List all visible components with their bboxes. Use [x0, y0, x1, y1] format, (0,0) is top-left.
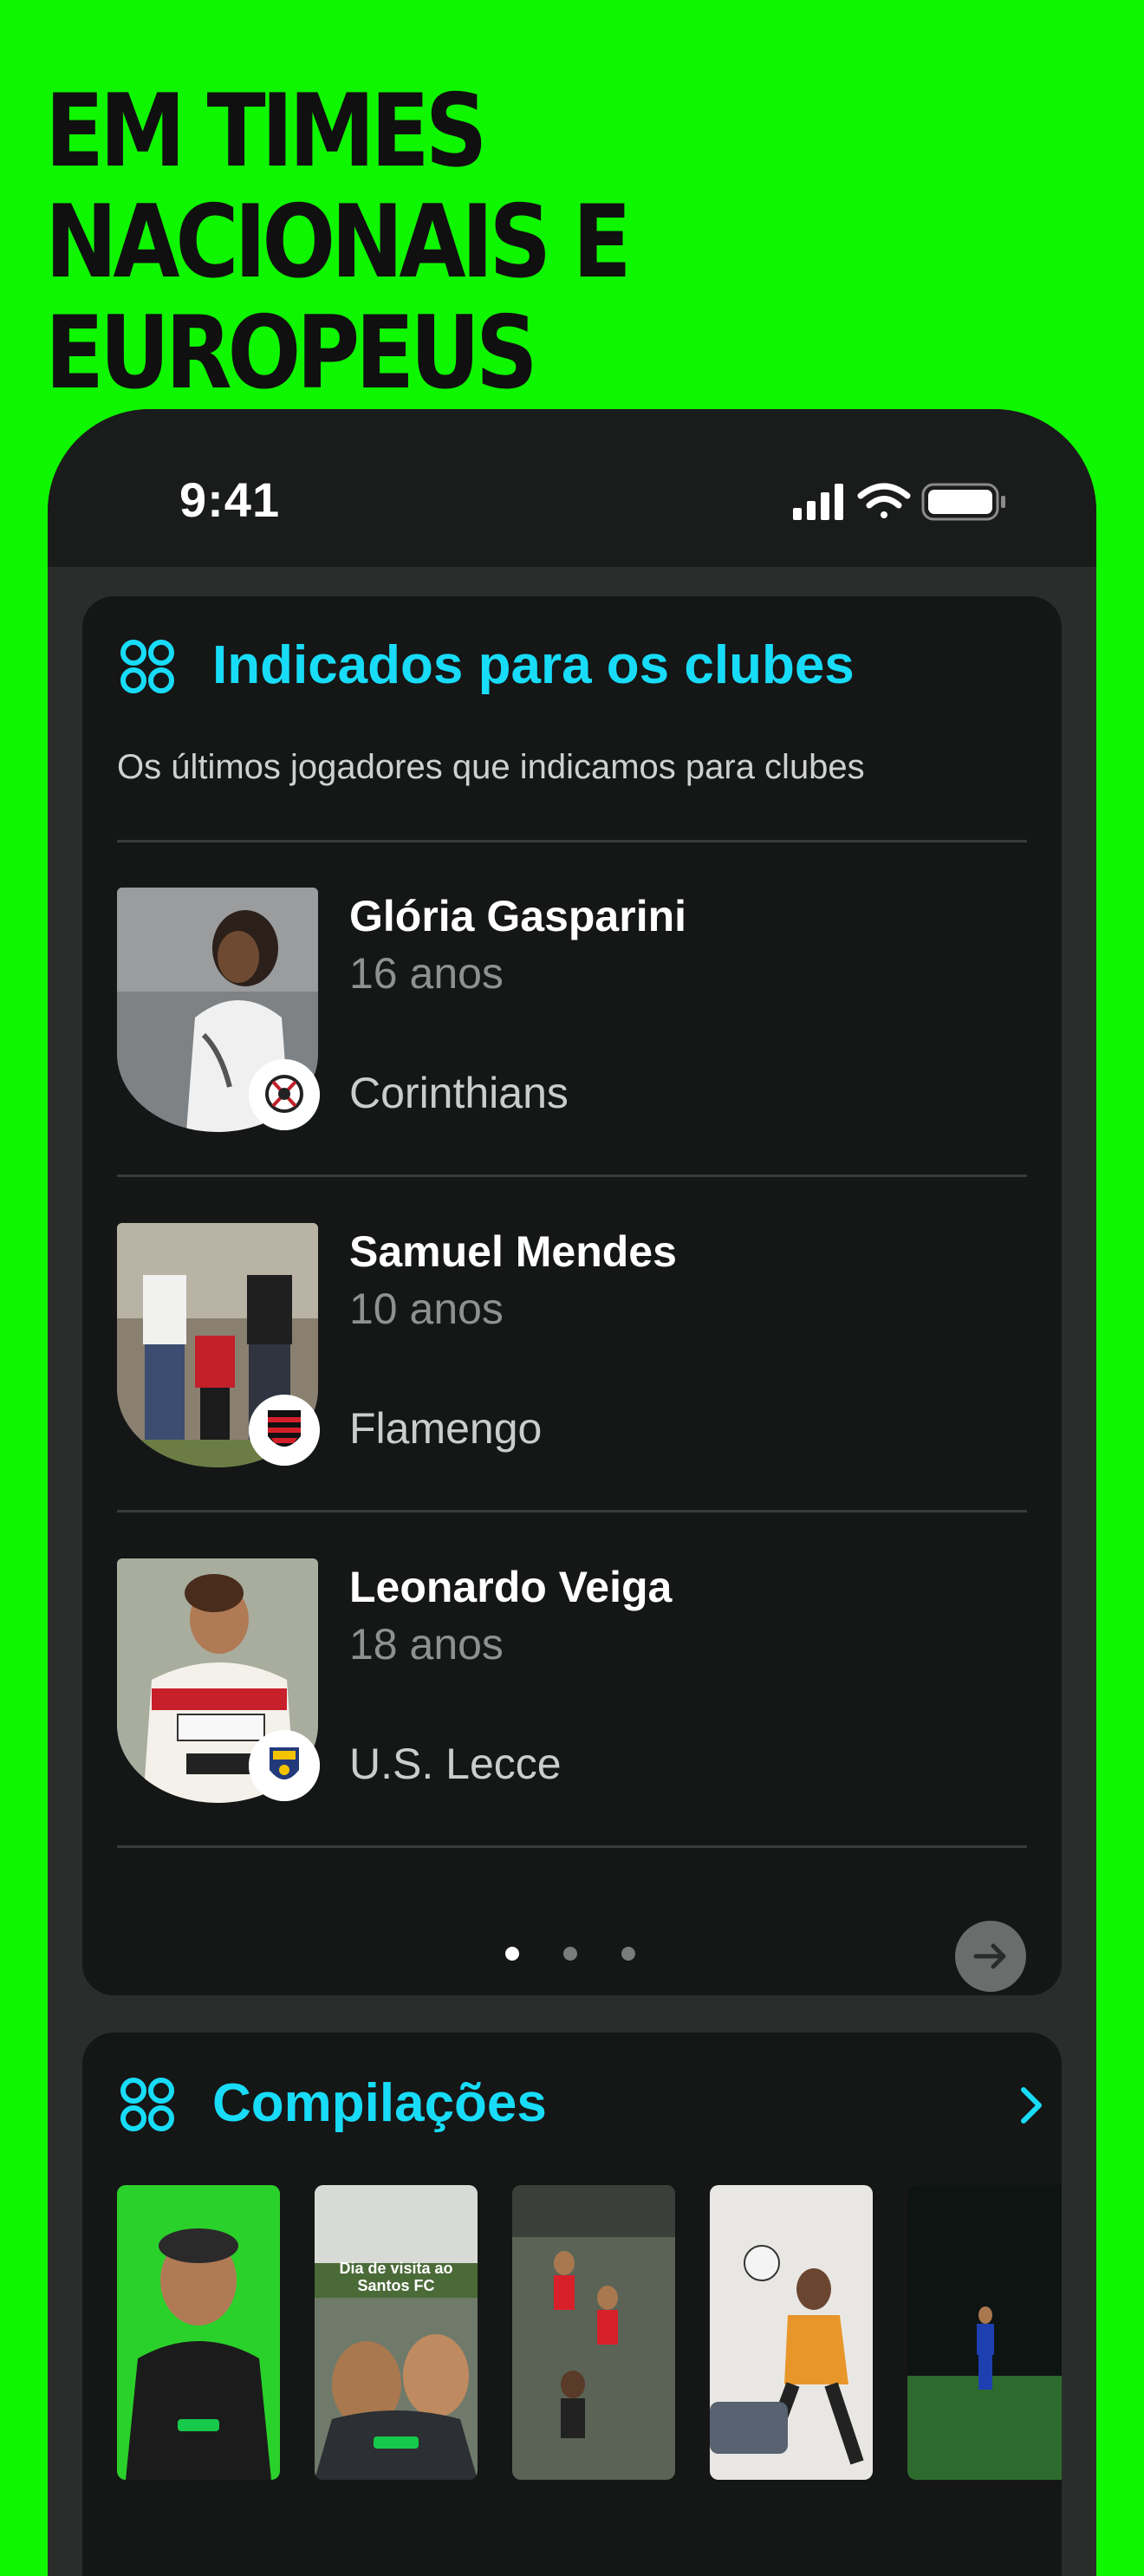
clip-caption: Dia de visita ao Santos FC: [339, 2260, 453, 2294]
clip-thumbnail[interactable]: Dia de visita ao Santos FC: [315, 2185, 478, 2480]
compilacoes-title: Compilações: [212, 2073, 547, 2133]
page-dot[interactable]: [563, 1947, 577, 1961]
arrow-right-icon: [973, 1943, 1006, 1969]
player-row-samuel[interactable]: Samuel Mendes 10 anos Flamengo: [117, 1223, 1027, 1483]
battery-icon: [921, 483, 1005, 521]
divider: [117, 1510, 1027, 1512]
player-age: 18 anos: [349, 1620, 504, 1669]
clip-thumbnail[interactable]: [907, 2185, 1062, 2480]
status-time: 9:41: [179, 472, 281, 527]
player-club: U.S. Lecce: [349, 1740, 562, 1788]
wifi-icon: [857, 483, 911, 518]
player-name: Leonardo Veiga: [349, 1563, 673, 1611]
divider: [117, 1174, 1027, 1177]
club-badge-lecce-icon: [249, 1730, 320, 1801]
club-badge-corinthians-icon: [249, 1059, 320, 1130]
clip-thumbnail[interactable]: [710, 2185, 873, 2480]
clip-thumbnail[interactable]: [117, 2185, 280, 2480]
apps-grid-icon: [120, 640, 174, 693]
signal-icon: [793, 484, 843, 520]
divider: [117, 840, 1027, 842]
player-name: Glória Gasparini: [349, 892, 687, 940]
phone-frame: 9:41 Indicados para os clubes Os últimos…: [48, 409, 1096, 2576]
status-icons: [793, 483, 1005, 521]
status-bar: 9:41: [48, 409, 1096, 567]
chevron-right-icon[interactable]: [1015, 2083, 1050, 2128]
page-headline: EM TIMES NACIONAIS E EUROPEUS: [45, 73, 632, 412]
page-dot-active[interactable]: [505, 1947, 519, 1961]
player-club: Flamengo: [349, 1404, 543, 1453]
club-badge-flamengo-icon: [249, 1395, 320, 1466]
player-age: 16 anos: [349, 949, 504, 998]
page-dot[interactable]: [621, 1947, 635, 1961]
player-club: Corinthians: [349, 1069, 569, 1117]
apps-grid-icon: [120, 2078, 174, 2131]
player-age: 10 anos: [349, 1285, 504, 1333]
player-row-gloria[interactable]: Glória Gasparini 16 anos Corinthians: [117, 888, 1027, 1148]
pagination-dots: [82, 1938, 1062, 1964]
indicados-title: Indicados para os clubes: [212, 635, 855, 695]
compilacoes-card: Compilações Dia de visita ao Santos FC: [82, 2033, 1062, 2576]
next-page-button[interactable]: [955, 1921, 1026, 1992]
clip-thumbnail[interactable]: [512, 2185, 675, 2480]
indicados-card: Indicados para os clubes Os últimos joga…: [82, 596, 1062, 1995]
player-name: Samuel Mendes: [349, 1227, 677, 1276]
indicados-subtitle: Os últimos jogadores que indicamos para …: [117, 748, 865, 786]
divider: [117, 1845, 1027, 1848]
player-row-leonardo[interactable]: Leonardo Veiga 18 anos U.S. Lecce: [117, 1558, 1027, 1818]
